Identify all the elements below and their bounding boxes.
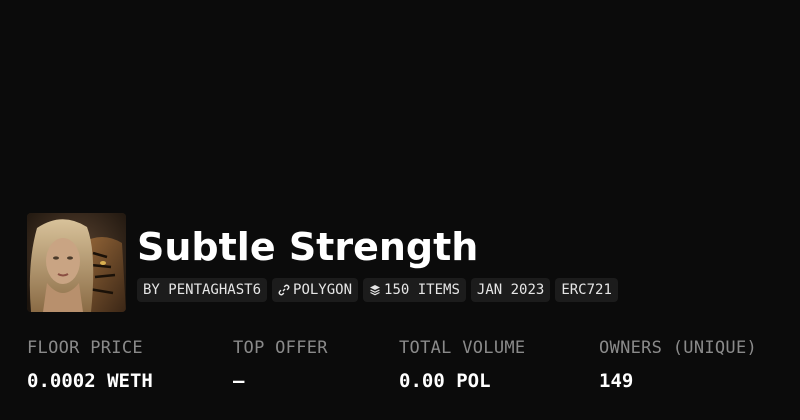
avatar-portrait-image [27, 213, 126, 312]
floor-price-stat: FLOOR PRICE 0.0002 WETH [27, 338, 153, 392]
date-badge: JAN 2023 [470, 278, 551, 302]
layers-icon [369, 284, 381, 296]
collection-badges: BY PENTAGHAST6 POLYGON 150 ITEMS JAN 202… [137, 278, 618, 302]
total-volume-label: TOTAL VOLUME [399, 338, 526, 358]
items-badge: 150 ITEMS [363, 278, 466, 302]
collection-header: Subtle Strength BY PENTAGHAST6 POLYGON 1… [27, 213, 618, 312]
collection-avatar[interactable] [27, 213, 126, 312]
top-offer-value: — [233, 370, 245, 392]
chain-badge-label: POLYGON [293, 282, 353, 298]
link-icon [278, 284, 290, 296]
floor-price-value: 0.0002 WETH [27, 370, 153, 392]
total-volume-value: 0.00 POL [399, 370, 491, 392]
owners-label: OWNERS (UNIQUE) [599, 338, 758, 358]
standard-badge-label: ERC721 [561, 282, 612, 298]
creator-badge-label: BY PENTAGHAST6 [143, 282, 262, 298]
title-block: Subtle Strength BY PENTAGHAST6 POLYGON 1… [137, 213, 618, 302]
date-badge-label: JAN 2023 [476, 282, 545, 298]
chain-badge[interactable]: POLYGON [272, 278, 359, 302]
top-offer-label: TOP OFFER [233, 338, 328, 358]
creator-badge[interactable]: BY PENTAGHAST6 [137, 278, 268, 302]
total-volume-stat: TOTAL VOLUME 0.00 POL [399, 338, 525, 392]
owners-stat: OWNERS (UNIQUE) 149 [599, 338, 757, 392]
collection-title: Subtle Strength [137, 225, 479, 269]
floor-price-label: FLOOR PRICE [27, 338, 143, 358]
owners-value: 149 [599, 370, 634, 392]
items-badge-label: 150 ITEMS [384, 282, 460, 298]
standard-badge: ERC721 [555, 278, 618, 302]
top-offer-stat: TOP OFFER — [233, 338, 328, 392]
